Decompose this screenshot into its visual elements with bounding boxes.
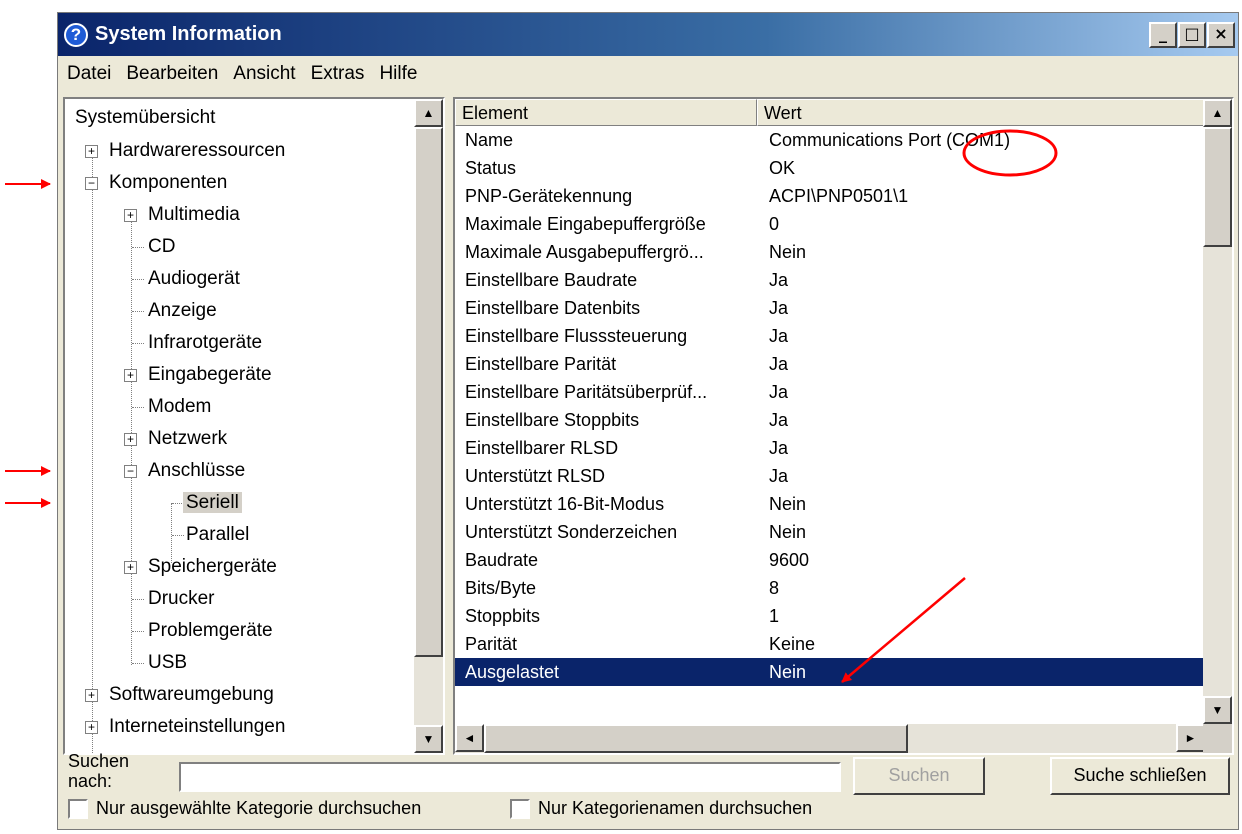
annotation-overlay <box>5 129 1058 683</box>
annotation-circle-com1 <box>962 129 1058 177</box>
annotation-arrow-ausgelastet <box>841 577 966 683</box>
